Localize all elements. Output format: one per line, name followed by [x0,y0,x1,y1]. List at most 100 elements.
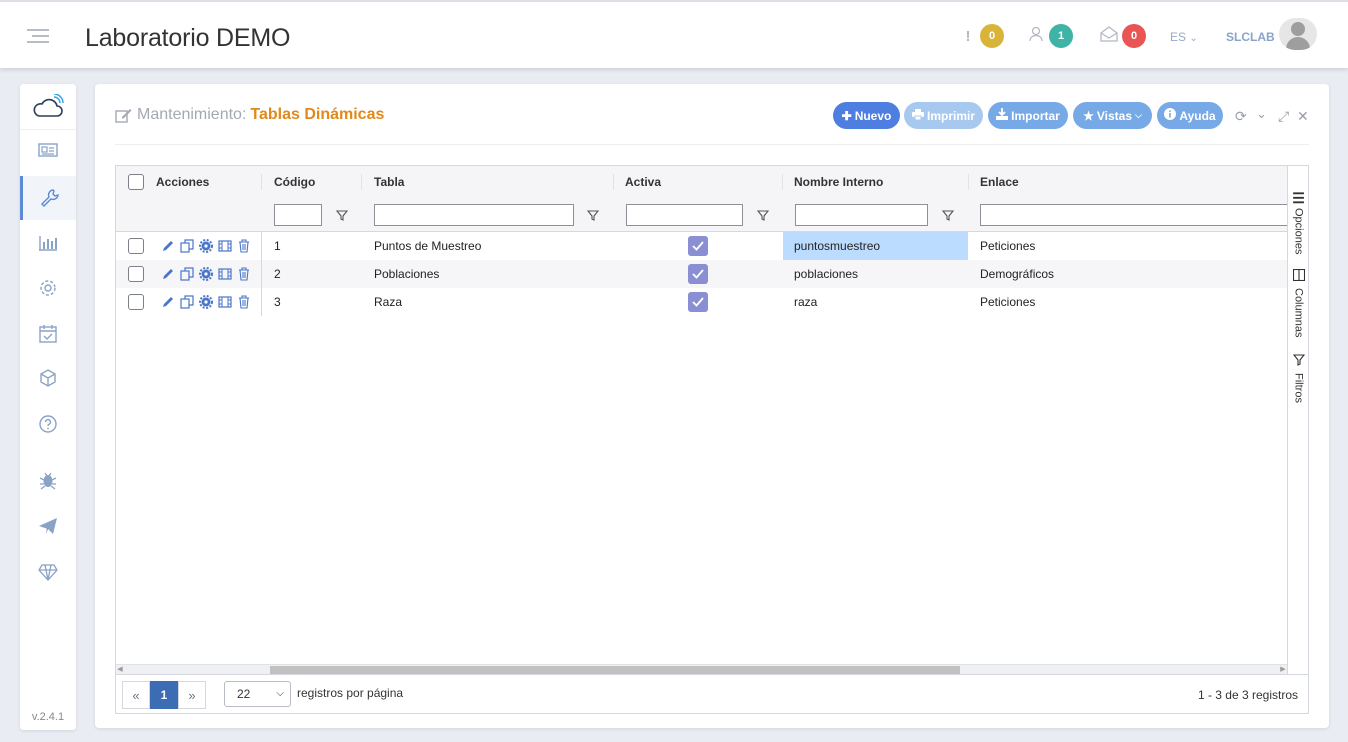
gear-icon[interactable] [198,267,213,281]
tab-columnas[interactable]: Columnas [1288,268,1309,338]
edit-pencil-icon[interactable] [160,295,175,309]
trash-icon[interactable] [236,295,251,309]
refresh-icon[interactable]: ⟳ [1235,108,1247,125]
col-header-codigo[interactable]: Código [274,175,315,189]
page-size-label: registros por página [297,686,404,700]
filter-icon[interactable] [586,208,600,222]
app-title: Laboratorio DEMO [85,24,291,52]
side-tool-panel: ☰ Opciones Columnas Filtros [1287,166,1308,674]
filter-icon[interactable] [756,208,770,222]
edit-pencil-icon[interactable] [160,239,175,253]
codigo-cell: 1 [274,239,281,253]
col-divider [261,174,262,190]
version-label: v.2.4.1 [31,711,65,723]
tab-filtros[interactable]: Filtros [1288,354,1309,403]
expand-icon[interactable]: ⤢ [1278,108,1289,125]
col-header-activa[interactable]: Activa [625,175,661,189]
top-header: Laboratorio DEMO ! 0 1 0 ES ⌄ SLCLAB [0,0,1348,68]
page-size-value: 22 [237,687,251,701]
nuevo-button[interactable]: ✚ Nuevo [833,102,900,129]
row-checkbox[interactable] [128,294,144,310]
activa-checkbox-checked[interactable] [688,292,708,312]
ayuda-button[interactable]: Ayuda [1157,102,1223,129]
select-all-checkbox[interactable] [128,174,144,190]
film-icon[interactable] [217,295,232,309]
row-checkbox[interactable] [128,238,144,254]
gear-icon[interactable] [20,266,76,310]
page-size-select[interactable]: 22 ⌵ [224,681,291,707]
activa-checkbox-checked[interactable] [688,236,708,256]
col-header-acciones[interactable]: Acciones [156,175,209,189]
cube-icon[interactable] [20,356,76,400]
language-selector[interactable]: ES ⌄ [1170,30,1198,44]
row-checkbox[interactable] [128,266,144,282]
activa-checkbox-checked[interactable] [688,264,708,284]
grid-header: Acciones Código Tabla Activa Nombre Inte… [116,166,1287,232]
table-row[interactable]: 2 Poblaciones poblaciones Demográficos [116,260,1287,288]
table-row[interactable]: 1 Puntos de Muestreo puntosmuestreo Peti… [116,232,1287,260]
paper-plane-icon[interactable] [20,504,76,548]
diamond-icon[interactable] [20,550,76,594]
collapse-icon[interactable]: ⌄ [1256,106,1267,122]
bug-icon[interactable] [20,458,76,502]
exclamation-icon: ! [965,27,971,45]
next-page-button[interactable]: » [178,681,206,709]
users-icon [1029,26,1045,46]
cloud-logo-icon[interactable] [20,84,76,130]
imprimir-button[interactable]: Imprimir [904,102,983,129]
activa-filter-input[interactable] [626,204,743,226]
download-icon [996,108,1009,123]
copy-icon[interactable] [179,239,194,253]
vistas-label: Vistas [1096,108,1133,123]
calendar-check-icon[interactable] [20,312,76,356]
bar-chart-icon[interactable] [20,220,76,264]
gear-icon[interactable] [198,239,213,253]
prev-page-button[interactable]: « [122,681,150,709]
film-icon[interactable] [217,239,232,253]
wrench-icon[interactable] [20,176,76,220]
copy-icon[interactable] [179,267,194,281]
enlace-filter-input[interactable] [980,204,1287,226]
copy-icon[interactable] [179,295,194,309]
tab-opciones[interactable]: ☰ Opciones [1288,191,1309,254]
film-icon[interactable] [217,267,232,281]
trash-icon[interactable] [236,239,251,253]
col-header-enlace[interactable]: Enlace [980,175,1019,189]
messages-notification[interactable]: 0 [1100,24,1146,48]
col-divider [261,260,262,288]
scrollbar-thumb[interactable] [270,666,960,674]
table-row[interactable]: 3 Raza raza Peticiones [116,288,1287,316]
edit-pencil-icon[interactable] [160,267,175,281]
news-icon[interactable] [20,128,76,172]
help-icon[interactable] [20,402,76,446]
page-1-button[interactable]: 1 [150,681,178,709]
close-icon[interactable]: ✕ [1297,108,1309,125]
filter-icon[interactable] [941,208,955,222]
users-notification[interactable]: 1 [1029,24,1073,48]
trash-icon[interactable] [236,267,251,281]
codigo-cell: 3 [274,295,281,309]
username[interactable]: SLCLAB [1226,30,1275,44]
pagination-bar: « 1 » 22 ⌵ registros por página 1 - 3 de… [116,674,1308,713]
alerts-notification[interactable]: ! 0 [960,24,1004,48]
tabla-filter-input[interactable] [374,204,574,226]
nombre-interno-filter-input[interactable] [795,204,928,226]
scroll-right-icon[interactable]: ▶ [1279,666,1287,674]
messages-badge: 0 [1122,24,1146,48]
main-panel: Mantenimiento: Tablas Dinámicas ✚ Nuevo I… [95,84,1329,728]
horizontal-scrollbar[interactable]: ◀ ▶ [116,664,1287,674]
col-header-tabla[interactable]: Tabla [374,175,404,189]
col-header-nombre-interno[interactable]: Nombre Interno [794,175,883,189]
importar-button[interactable]: Importar [988,102,1068,129]
filter-icon[interactable] [335,208,349,222]
menu-toggle-icon[interactable] [27,29,49,45]
enlace-cell: Peticiones [980,295,1036,309]
col-divider [261,288,262,316]
codigo-filter-input[interactable] [274,204,322,226]
print-icon [911,108,924,123]
vistas-button[interactable]: ★ Vistas ⌵ [1073,102,1152,129]
title-value: Tablas Dinámicas [250,106,385,123]
gear-icon[interactable] [198,295,213,309]
avatar[interactable] [1279,18,1317,50]
scroll-left-icon[interactable]: ◀ [116,666,124,674]
